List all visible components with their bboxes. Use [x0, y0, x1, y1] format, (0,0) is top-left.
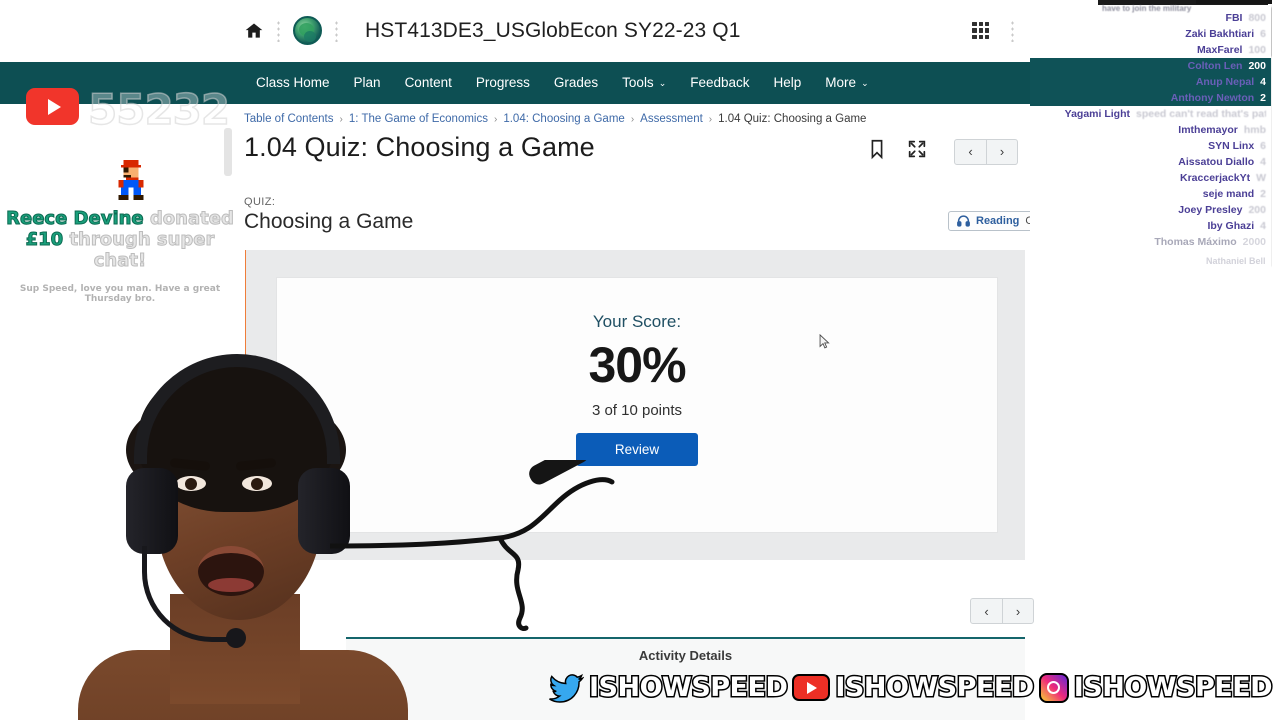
chevron-down-icon: ⌄: [861, 78, 869, 88]
quiz-name: Choosing a Game: [244, 210, 414, 233]
prev-page-button[interactable]: ‹: [955, 140, 986, 164]
mario-sprite-icon: [118, 160, 144, 200]
expand-fullscreen-icon[interactable]: [906, 138, 928, 165]
mouse-cursor: [819, 334, 830, 349]
course-title: HST413DE3_USGlobEcon SY22-23 Q1: [365, 18, 741, 42]
home-icon[interactable]: [244, 21, 264, 41]
donation-alert: 55232 Reece Devine donated £10 through s…: [0, 84, 240, 304]
nav-item-progress[interactable]: Progress: [464, 62, 542, 104]
chat-partial-message: have to join the military: [1102, 4, 1192, 13]
chat-row: Imthemayor hmb: [1178, 124, 1266, 136]
chat-ghost-name: Nathaniel Bell: [1206, 256, 1266, 266]
nav-item-help[interactable]: Help: [762, 62, 814, 104]
stream-top-artifact: [1196, 0, 1272, 4]
page-title-actions: ‹ ›: [866, 138, 1018, 165]
nav-item-feedback[interactable]: Feedback: [678, 62, 761, 104]
breadcrumb-item-assessment[interactable]: Assessment: [640, 113, 703, 125]
donation-amount: £10: [25, 229, 64, 251]
chat-row: Joey Presley 200: [1178, 204, 1266, 216]
breadcrumb-separator: ›: [339, 113, 343, 125]
donor-name: Reece Devine: [6, 208, 144, 230]
bookmark-icon[interactable]: [866, 138, 888, 165]
viewer-counter: 55232: [87, 84, 231, 135]
chat-row: Thomas Máximo 2000: [1154, 236, 1266, 248]
youtube-play-icon: [792, 674, 831, 701]
donation-message: Reece Devine donated £10 through super c…: [0, 208, 240, 272]
breadcrumb-separator: ›: [494, 113, 498, 125]
breadcrumb-item-current: 1.04 Quiz: Choosing a Game: [718, 113, 867, 125]
nav-item-tools[interactable]: Tools ⌄: [610, 62, 678, 104]
score-label: Your Score:: [592, 312, 682, 331]
chat-row: Aissatou Diallo 4: [1178, 156, 1266, 168]
chat-row: Zaki Bakhtiari 6: [1185, 28, 1266, 40]
chat-row: Yagami Lightspeed can't read that's path…: [1064, 108, 1266, 120]
donation-note: Sup Speed, love you man. Have a great Th…: [19, 284, 221, 304]
twitter-bird-icon: [549, 673, 584, 703]
chevron-down-icon: ⌄: [658, 78, 667, 88]
live-chat-panel[interactable]: have to join the military FBI 800 Zaki Ba…: [1030, 0, 1280, 272]
breadcrumb: Table of Contents › 1: The Game of Econo…: [244, 113, 866, 125]
social-handles-banner: ISHOWSPEED ISHOWSPEED ISHOWSPEED: [548, 671, 1274, 705]
twitter-handle: ISHOWSPEED: [587, 671, 789, 705]
next-page-button-bottom[interactable]: ›: [1002, 599, 1033, 623]
breadcrumb-item-lesson[interactable]: 1.04: Choosing a Game: [503, 113, 624, 125]
instagram-icon: [1038, 672, 1069, 703]
headset-cable: [330, 460, 615, 631]
breadcrumb-item-unit[interactable]: 1: The Game of Economics: [349, 113, 488, 125]
headphones-icon: [957, 215, 970, 227]
donation-action-prefix: donated: [149, 208, 234, 230]
header-divider-2: [335, 19, 338, 42]
apps-grid-icon[interactable]: [964, 14, 998, 48]
nav-item-class-home[interactable]: Class Home: [244, 62, 342, 104]
score-percent: 30%: [588, 337, 686, 393]
chat-row: Colton Len 200: [1030, 58, 1280, 74]
chat-row: Anup Nepal 4: [1030, 74, 1280, 90]
nav-item-plan[interactable]: Plan: [342, 62, 393, 104]
page-pager-bottom: ‹ ›: [970, 598, 1034, 624]
chat-row: KraccerjackYt W: [1180, 172, 1266, 184]
chat-row: MaxFarel 100: [1196, 44, 1266, 56]
stream-right-artifact: [1272, 0, 1280, 720]
youtube-handle: ISHOWSPEED: [834, 671, 1036, 705]
instagram-handle: ISHOWSPEED: [1072, 671, 1274, 705]
chat-row: SYN Linx 6: [1208, 140, 1266, 152]
breadcrumb-separator: ›: [708, 113, 713, 125]
reading-label: Reading: [976, 215, 1020, 227]
page-title: 1.04 Quiz: Choosing a Game: [244, 132, 595, 162]
header-divider-3: [1010, 19, 1014, 42]
breadcrumb-item-toc[interactable]: Table of Contents: [244, 113, 334, 125]
quiz-kicker: QUIZ:: [244, 196, 276, 208]
nav-item-content[interactable]: Content: [393, 62, 464, 104]
prev-page-button-bottom[interactable]: ‹: [971, 599, 1002, 623]
header-divider-1: [277, 19, 280, 42]
headset-icon: [134, 354, 340, 464]
chat-row: seje mand 2: [1202, 188, 1266, 200]
screen-root: HST413DE3_USGlobEcon SY22-23 Q1 Class Ho…: [0, 0, 1280, 720]
score-points: 3 of 10 points: [591, 402, 683, 419]
chat-row: Anthony Newton 2: [1030, 90, 1280, 106]
page-pager-top: ‹ ›: [954, 138, 1018, 165]
donation-action-suffix: through super chat!: [69, 229, 215, 272]
nav-item-more[interactable]: More ⌄: [813, 62, 880, 104]
breadcrumb-separator: ›: [630, 113, 635, 125]
nav-item-grades[interactable]: Grades: [542, 62, 610, 104]
youtube-play-icon: [26, 88, 79, 125]
course-logo-icon[interactable]: [293, 16, 322, 45]
next-page-button[interactable]: ›: [986, 139, 1017, 164]
chat-row: Iby Ghazi 4: [1207, 220, 1266, 232]
